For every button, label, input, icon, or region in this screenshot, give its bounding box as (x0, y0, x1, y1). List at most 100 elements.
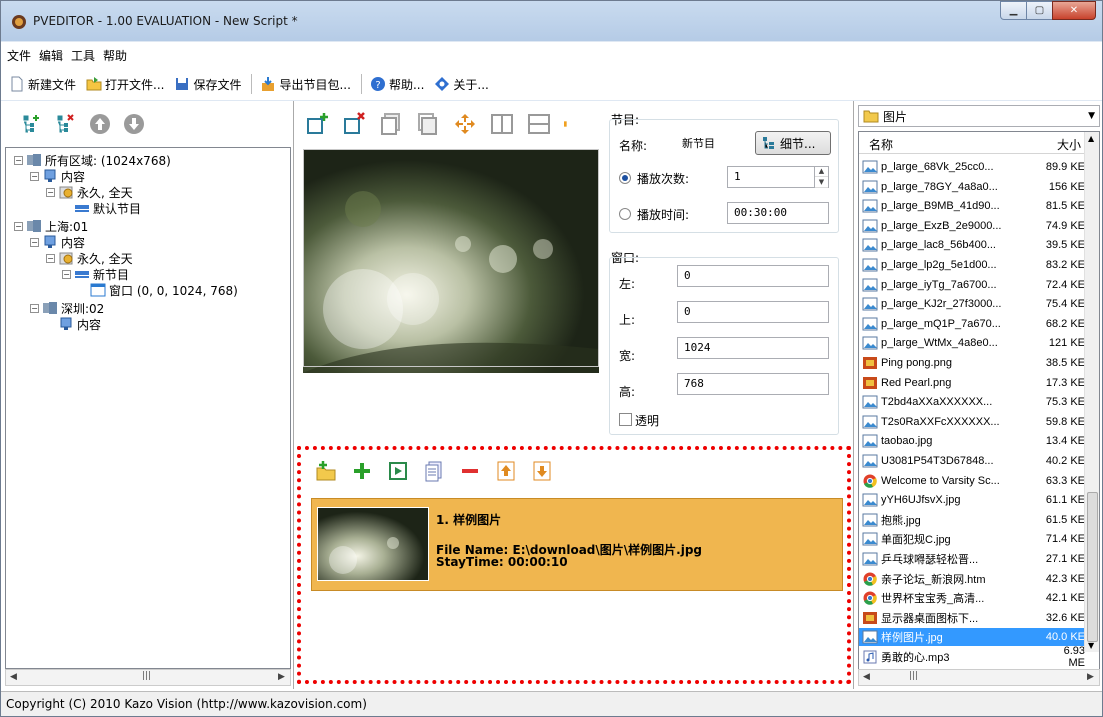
play-count-radio[interactable] (619, 172, 631, 184)
file-row[interactable]: yYH6UJfsvX.jpg 61.1 KE (859, 491, 1085, 509)
file-row[interactable]: 显示器桌面图标下... 32.6 KE (859, 609, 1085, 627)
tree-expander-icon[interactable]: − (30, 171, 39, 181)
tree-expander-icon[interactable]: − (14, 155, 23, 165)
file-row[interactable]: p_large_mQ1P_7a670... 68.2 KE (859, 315, 1085, 333)
move-down-icon[interactable] (123, 113, 145, 135)
file-row[interactable]: p_large_KJ2r_27f3000... 75.4 KE (859, 295, 1085, 313)
program-name-field[interactable]: 新节目 (675, 131, 749, 153)
scroll-up-icon[interactable]: ▲ (1088, 134, 1094, 143)
width-field[interactable]: 1024 (677, 337, 829, 359)
window-selection-frame[interactable] (303, 149, 599, 367)
file-row[interactable]: p_large_lac8_56b400... 39.5 KE (859, 236, 1085, 254)
file-row[interactable]: 勇敢的心.mp3 6.93 ME (859, 645, 1085, 669)
file-row[interactable]: 亲子论坛_新浪网.htm 42.3 KE (859, 570, 1085, 588)
menu-tools[interactable]: 工具 (71, 47, 95, 64)
add-media-icon[interactable] (387, 460, 409, 482)
export-button[interactable]: 导出节目包... (260, 76, 351, 93)
play-count-spinner[interactable]: ▲ ▼ (814, 166, 828, 188)
file-row[interactable]: 单面犯规C.jpg 71.4 KE (859, 530, 1085, 548)
save-file-button[interactable]: 保存文件 (174, 76, 241, 93)
add-window-icon[interactable] (305, 112, 329, 136)
file-list-horizontal-scrollbar[interactable]: ◀ ||| ▶ (858, 669, 1100, 686)
file-row[interactable]: U3081P54T3D67848... 40.2 KE (859, 452, 1085, 470)
region-tree[interactable]: − 所有区域: (1024x768) − 内容 − 永久, 全天 默认节目 − 上海:01− 内容… (5, 147, 291, 669)
scroll-left-icon[interactable]: ◀ (10, 672, 20, 682)
tree-expander-icon[interactable]: − (30, 303, 39, 313)
add-item-icon[interactable] (351, 460, 373, 482)
file-row[interactable]: p_large_WtMx_4a8e0... 121 KE (859, 334, 1085, 352)
column-size-header[interactable]: 大小 (1057, 136, 1081, 153)
file-row[interactable]: p_large_iyTg_7a6700... 72.4 KE (859, 276, 1085, 294)
menu-edit[interactable]: 编辑 (39, 47, 63, 64)
more-tools-icon[interactable] (564, 112, 572, 136)
remove-item-icon[interactable] (459, 460, 481, 482)
scroll-left-icon[interactable]: ◀ (863, 672, 873, 682)
file-row[interactable]: p_large_ExzB_2e9000... 74.9 KE (859, 217, 1085, 235)
scroll-down-icon[interactable]: ▼ (1088, 641, 1094, 650)
move-item-down-icon[interactable] (531, 460, 553, 482)
tree-node[interactable]: 内容 (46, 316, 101, 332)
bring-front-icon[interactable] (379, 112, 403, 136)
title-bar[interactable]: PVEDITOR - 1.00 EVALUATION - New Script … (1, 1, 1102, 41)
add-node-icon[interactable] (21, 113, 43, 135)
tree-node[interactable]: − 永久, 全天 (46, 184, 133, 200)
file-row[interactable]: 抱熊.jpg 61.5 KE (859, 511, 1085, 529)
tree-expander-icon[interactable]: − (46, 187, 55, 197)
tree-expander-icon[interactable]: − (30, 237, 39, 247)
left-field[interactable]: 0 (677, 265, 829, 287)
scroll-right-icon[interactable]: ▶ (278, 672, 288, 682)
minimize-button[interactable]: ▁ (1000, 1, 1027, 20)
menu-help[interactable]: 帮助 (103, 47, 127, 64)
tree-node[interactable]: − 上海:01 (14, 218, 88, 234)
move-item-up-icon[interactable] (495, 460, 517, 482)
playlist-item[interactable]: 1. 样例图片 File Name: E:\download\图片\样例图片.j… (311, 498, 843, 591)
tree-node[interactable]: − 内容 (30, 168, 85, 184)
tree-expander-icon[interactable]: − (46, 253, 55, 263)
tree-expander-icon[interactable]: − (62, 269, 71, 279)
tree-expander-icon[interactable]: − (14, 221, 23, 231)
add-folder-icon[interactable] (315, 460, 337, 482)
file-row[interactable]: p_large_78GY_4a8a0... 156 KE (859, 178, 1085, 196)
file-row[interactable]: Red Pearl.png 17.3 KE (859, 374, 1085, 392)
tree-horizontal-scrollbar[interactable]: ◀ ||| ▶ (5, 669, 291, 686)
file-row[interactable]: Ping pong.png 38.5 KE (859, 354, 1085, 372)
help-button[interactable]: ? 帮助... (370, 76, 424, 93)
about-button[interactable]: 关于... (434, 76, 489, 93)
file-row[interactable]: p_large_lp2g_5e1d00... 83.2 KE (859, 256, 1085, 274)
play-time-field[interactable]: 00:30:00 (727, 202, 829, 224)
tree-node[interactable]: − 所有区域: (1024x768) (14, 152, 171, 168)
detail-button[interactable]: 细节... (755, 131, 831, 155)
split-vertical-icon[interactable] (490, 112, 514, 136)
tree-node[interactable]: 默认节目 (62, 200, 141, 216)
scroll-right-icon[interactable]: ▶ (1087, 672, 1097, 682)
file-row[interactable]: p_large_B9MB_41d90... 81.5 KE (859, 197, 1085, 215)
file-list-vertical-scrollbar[interactable]: ▲ ▼ (1084, 132, 1099, 652)
file-row[interactable]: 世界杯宝宝秀_高清... 42.1 KE (859, 589, 1085, 607)
delete-window-icon[interactable] (342, 112, 366, 136)
tree-node[interactable]: − 深圳:02 (30, 300, 104, 316)
move-up-icon[interactable] (89, 113, 111, 135)
file-row[interactable]: 乒乓球嘚瑟轻松晋... 27.1 KE (859, 550, 1085, 568)
document-list-icon[interactable] (423, 460, 445, 482)
send-back-icon[interactable] (416, 112, 440, 136)
top-field[interactable]: 0 (677, 301, 829, 323)
file-row[interactable]: Welcome to Varsity Sc... 63.3 KE (859, 472, 1085, 490)
delete-node-icon[interactable] (55, 113, 77, 135)
height-field[interactable]: 768 (677, 373, 829, 395)
close-button[interactable]: ✕ (1052, 1, 1096, 20)
scroll-thumb[interactable] (1087, 492, 1098, 642)
transparent-checkbox[interactable] (619, 413, 632, 426)
file-list[interactable]: 名称 大小 p_large_68Vk_25cc0... 89.9 KE p_larg… (858, 131, 1100, 671)
file-row[interactable]: p_large_68Vk_25cc0... 89.9 KE (859, 158, 1085, 176)
menu-file[interactable]: 文件 (7, 47, 31, 64)
tree-node[interactable]: 窗口 (0, 0, 1024, 768) (78, 282, 238, 298)
tree-node[interactable]: − 新节目 (62, 266, 129, 282)
folder-selector[interactable]: 图片 ▼ (858, 105, 1100, 127)
file-row[interactable]: taobao.jpg 13.4 KE (859, 432, 1085, 450)
spin-up-icon[interactable]: ▲ (815, 166, 828, 177)
play-time-radio[interactable] (619, 208, 631, 220)
new-file-button[interactable]: 新建文件 (9, 76, 76, 93)
file-row[interactable]: 样例图片.jpg 40.0 KE (859, 628, 1085, 647)
fullscreen-icon[interactable] (453, 112, 477, 136)
chevron-down-icon[interactable]: ▼ (1088, 111, 1095, 121)
